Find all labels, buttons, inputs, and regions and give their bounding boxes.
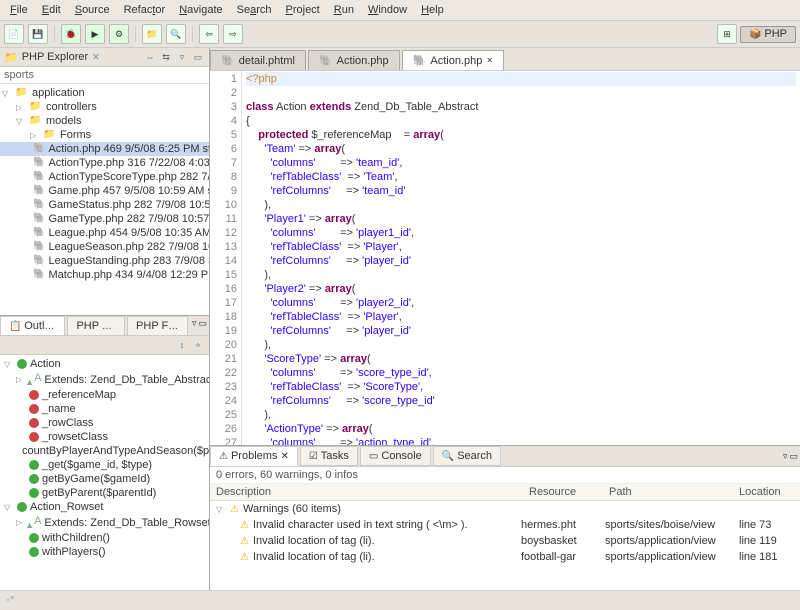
outline-item[interactable]: _get($game_id, $type)	[2, 458, 207, 472]
tab-php-project[interactable]: PHP Proje	[67, 316, 125, 335]
folder-item[interactable]: ▽📁application	[0, 86, 209, 100]
new-button[interactable]: 📄	[4, 24, 24, 44]
menu-file[interactable]: File	[4, 2, 34, 18]
file-item[interactable]: 🐘ActionTypeScoreType.php 282 7/9/08	[0, 170, 209, 184]
file-item[interactable]: 🐘LeagueStanding.php 283 7/9/08 3:30 P	[0, 254, 209, 268]
menu-refactor[interactable]: Refactor	[118, 2, 172, 18]
debug-button[interactable]: 🐞	[61, 24, 81, 44]
folder-item[interactable]: ▷📁controllers	[0, 100, 209, 114]
menubar: File Edit Source Refactor Navigate Searc…	[0, 0, 800, 21]
outline-item[interactable]: ▽Action_Rowset	[2, 500, 207, 514]
outline-item[interactable]: withPlayers()	[2, 545, 207, 559]
outline-item[interactable]: ▷▲AExtends: Zend_Db_Table_Rowset_Abstra	[2, 514, 207, 531]
explorer-title: PHP Explorer	[22, 51, 88, 63]
file-item[interactable]: 🐘LeagueSeason.php 282 7/9/08 10:57 A	[0, 240, 209, 254]
outline-item[interactable]: getByParent($parentId)	[2, 486, 207, 500]
code-editor[interactable]: 1234567891011121314151617181920212223242…	[210, 71, 800, 445]
problems-min-icon[interactable]: ▭	[789, 451, 798, 462]
explorer-header: 📁 PHP Explorer ✕ ⇔ ⇆ ▿ ▭	[0, 48, 209, 67]
editor-tab[interactable]: 🐘Action.php	[308, 50, 400, 70]
problems-tabstrip: ⚠ Problems ✕ ☑ Tasks ▭ Console 🔍 Search …	[210, 446, 800, 467]
problem-item[interactable]: ⚠Invalid location of tag (li).boysbasket…	[210, 533, 800, 549]
outline-tree[interactable]: ▽Action▷▲AExtends: Zend_Db_Table_Abstrac…	[0, 355, 209, 590]
perspective-php[interactable]: 📦 PHP	[740, 26, 796, 43]
perspective-open-button[interactable]: ⊞	[717, 24, 737, 44]
menu-help[interactable]: Help	[415, 2, 450, 18]
problems-list[interactable]: ▽⚠Warnings (60 items)⚠Invalid character …	[210, 501, 800, 590]
tab-tasks[interactable]: ☑ Tasks	[300, 446, 358, 466]
main-toolbar: 📄 💾 🐞 ▶ ⚙ 📁 🔍 ⇦ ⇨ ⊞ 📦 PHP	[0, 21, 800, 48]
outline-item[interactable]: withChildren()	[2, 531, 207, 545]
statusbar: ◦°	[0, 590, 800, 610]
warnings-group[interactable]: ▽⚠Warnings (60 items)	[210, 501, 800, 517]
outline-item[interactable]: countByPlayerAndTypeAndSeason($play	[2, 444, 207, 458]
file-item[interactable]: 🐘GameStatus.php 282 7/9/08 10:57 AM	[0, 198, 209, 212]
editor-tab[interactable]: 🐘Action.php✕	[402, 50, 504, 70]
problem-item[interactable]: ⚠Invalid character used in text string (…	[210, 517, 800, 533]
collapse-icon[interactable]: ⇔	[143, 50, 157, 64]
search-button[interactable]: 🔍	[166, 24, 186, 44]
outline-item[interactable]: ▷▲AExtends: Zend_Db_Table_Abstract	[2, 371, 207, 388]
problems-columns: Description Resource Path Location	[210, 484, 800, 501]
file-item[interactable]: 🐘ActionType.php 316 7/22/08 4:03 PM s	[0, 156, 209, 170]
ext-tools-button[interactable]: ⚙	[109, 24, 129, 44]
save-button[interactable]: 💾	[28, 24, 48, 44]
menu-run[interactable]: Run	[328, 2, 360, 18]
menu-navigate[interactable]: Navigate	[173, 2, 228, 18]
sort-icon[interactable]: ↕	[175, 338, 189, 352]
file-tree[interactable]: ▽📁application▷📁controllers▽📁models▷📁Form…	[0, 84, 209, 284]
outline-item[interactable]: _rowClass	[2, 416, 207, 430]
outline-item[interactable]: _rowsetClass	[2, 430, 207, 444]
open-type-button[interactable]: 📁	[142, 24, 162, 44]
file-item[interactable]: 🐘League.php 454 9/5/08 10:35 AM stev	[0, 226, 209, 240]
outline-item[interactable]: ▽Action	[2, 357, 207, 371]
back-button[interactable]: ⇦	[199, 24, 219, 44]
problem-item[interactable]: ⚠Invalid location of tag (li).football-g…	[210, 549, 800, 565]
editor-tabstrip: 🐘detail.phtml🐘Action.php🐘Action.php✕	[210, 48, 800, 71]
outline-item[interactable]: getByGame($gameId)	[2, 472, 207, 486]
folder-item[interactable]: ▽📁models	[0, 114, 209, 128]
outline-min-icon[interactable]: ▭	[199, 318, 208, 333]
outline-tabstrip: 📋 Outline ✕ PHP Proje PHP Functi ▿ ▭	[0, 316, 209, 336]
status-icon: ◦°	[6, 595, 14, 607]
menu-search[interactable]: Search	[231, 2, 278, 18]
filter-icon[interactable]: ▿	[175, 50, 189, 64]
menu-project[interactable]: Project	[280, 2, 326, 18]
link-icon[interactable]: ⇆	[159, 50, 173, 64]
file-item[interactable]: 🐘GameType.php 282 7/9/08 10:57 AM s	[0, 212, 209, 226]
view-close-icon[interactable]: ✕	[92, 52, 100, 63]
menu-edit[interactable]: Edit	[36, 2, 67, 18]
file-item[interactable]: 🐘Game.php 457 9/5/08 10:59 AM steve	[0, 184, 209, 198]
editor-tab[interactable]: 🐘detail.phtml	[210, 50, 306, 70]
tab-problems[interactable]: ⚠ Problems ✕	[210, 446, 298, 466]
run-button[interactable]: ▶	[85, 24, 105, 44]
code-area[interactable]: <?php class Action extends Zend_Db_Table…	[242, 71, 800, 445]
file-item[interactable]: 🐘Matchup.php 434 9/4/08 12:29 PM st	[0, 268, 209, 282]
folder-item[interactable]: ▷📁Forms	[0, 128, 209, 142]
filter-outline-icon[interactable]: ⚬	[191, 338, 205, 352]
problems-status: 0 errors, 60 warnings, 0 infos	[210, 467, 800, 484]
tab-outline[interactable]: 📋 Outline ✕	[0, 316, 65, 335]
tab-console[interactable]: ▭ Console	[360, 446, 431, 466]
file-item[interactable]: 🐘Action.php 469 9/5/08 6:25 PM steve	[0, 142, 209, 156]
forward-button[interactable]: ⇨	[223, 24, 243, 44]
folder-icon: 📁	[4, 51, 18, 64]
outline-item[interactable]: _name	[2, 402, 207, 416]
outline-menu-icon[interactable]: ▿	[192, 318, 197, 333]
tab-php-functions[interactable]: PHP Functi	[127, 316, 188, 335]
tab-search[interactable]: 🔍 Search	[433, 446, 501, 466]
menu-source[interactable]: Source	[69, 2, 116, 18]
problems-menu-icon[interactable]: ▿	[783, 451, 788, 462]
minimize-icon[interactable]: ▭	[191, 50, 205, 64]
outline-item[interactable]: _referenceMap	[2, 388, 207, 402]
explorer-filter[interactable]: sports	[0, 67, 209, 84]
menu-window[interactable]: Window	[362, 2, 413, 18]
line-gutter: 1234567891011121314151617181920212223242…	[210, 71, 242, 445]
